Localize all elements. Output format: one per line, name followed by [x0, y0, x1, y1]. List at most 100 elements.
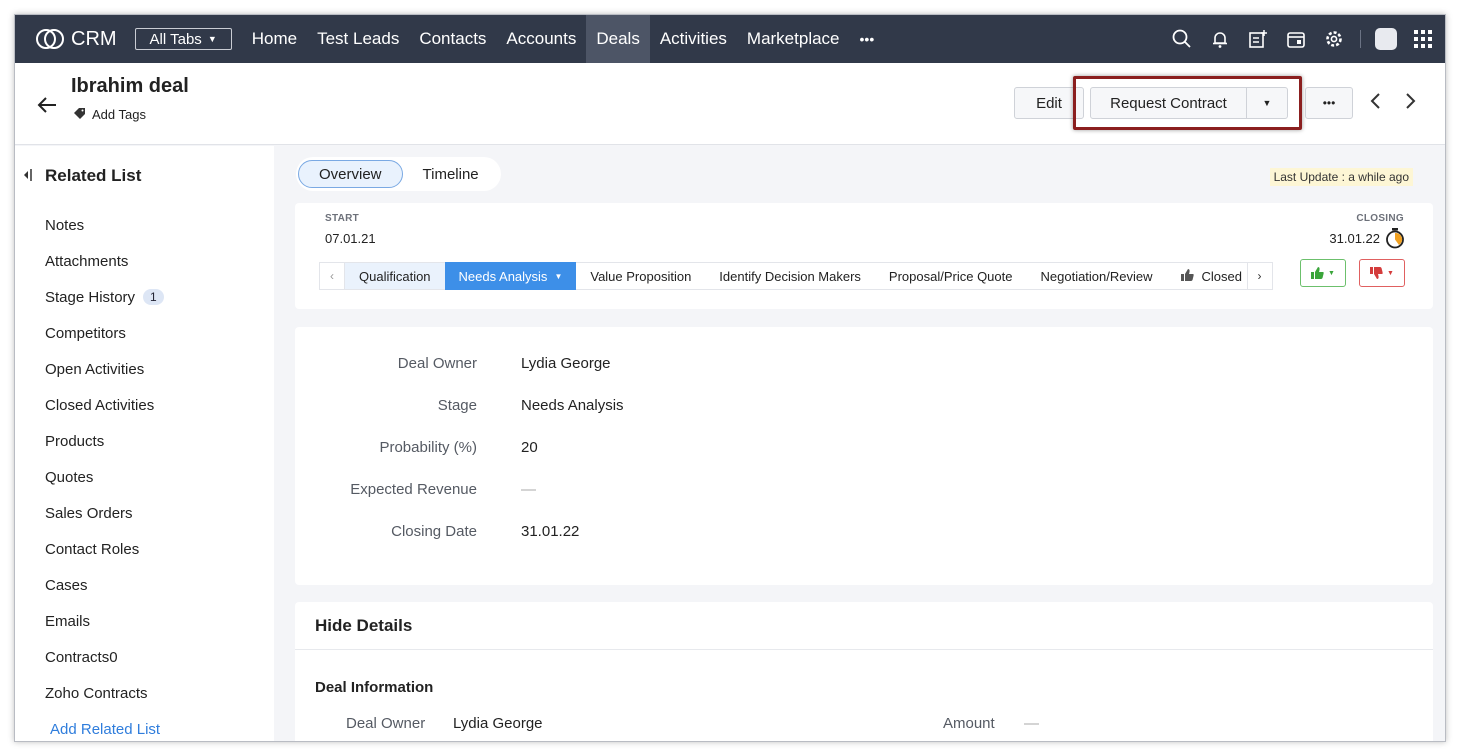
stage-scroll-right-icon[interactable]: ›: [1246, 262, 1273, 290]
stage-negotiation-review[interactable]: Negotiation/Review: [1026, 262, 1167, 290]
last-update-label: Last Update : a while ago: [1269, 168, 1413, 186]
divider: [295, 649, 1433, 650]
related-item-label: Products: [45, 432, 105, 450]
related-item-cases[interactable]: Cases: [45, 567, 164, 603]
tab-overview[interactable]: Overview: [298, 160, 403, 188]
overview-card: Deal Owner Lydia George Stage Needs Anal…: [295, 327, 1433, 585]
related-item-label: Emails: [45, 612, 91, 630]
related-list-sidebar: Related List Notes Attachments Stage His…: [15, 146, 274, 741]
stage-progress-bar: ‹ Qualification Needs Analysis ▼ Value P…: [319, 261, 1273, 291]
all-tabs-label: All Tabs: [149, 30, 202, 48]
stage-needs-analysis[interactable]: Needs Analysis ▼: [444, 262, 577, 290]
nav-tab-test-leads[interactable]: Test Leads: [307, 15, 409, 63]
field-row-closing-date: Closing Date 31.01.22: [295, 523, 895, 547]
related-item-competitors[interactable]: Competitors: [45, 315, 164, 351]
field-row-expected-revenue: Expected Revenue —: [295, 481, 895, 505]
count-badge: 1: [143, 289, 164, 305]
next-record-icon[interactable]: [1405, 93, 1417, 114]
field-value[interactable]: —: [521, 481, 536, 498]
field-label: Probability (%): [379, 439, 477, 456]
field-row-deal-owner: Deal Owner Lydia George: [295, 355, 895, 379]
stage-closed[interactable]: Closed: [1166, 262, 1247, 290]
nav-more-button[interactable]: •••: [850, 15, 885, 63]
related-item-label: Closed Activities: [45, 396, 155, 414]
nav-tab-contacts[interactable]: Contacts: [409, 15, 496, 63]
add-entry-icon[interactable]: [1246, 27, 1270, 51]
section-heading: Deal Information: [315, 679, 434, 696]
avatar[interactable]: [1375, 28, 1397, 50]
stage-value-proposition[interactable]: Value Proposition: [576, 262, 706, 290]
record-title: Ibrahim deal: [71, 75, 189, 97]
more-actions-button[interactable]: •••: [1305, 87, 1353, 119]
nav-tab-accounts[interactable]: Accounts: [496, 15, 586, 63]
crm-logo-icon: [36, 29, 64, 49]
stopwatch-icon: [1385, 227, 1405, 254]
field-label: Deal Owner: [397, 355, 477, 372]
related-item-label: Notes: [45, 216, 85, 234]
nav-tab-deals[interactable]: Deals: [586, 15, 650, 63]
related-item-emails[interactable]: Emails: [45, 603, 164, 639]
related-item-label: Open Activities: [45, 360, 145, 378]
field-value[interactable]: 31.01.22: [521, 523, 579, 540]
closing-label: CLOSING: [1356, 213, 1404, 224]
related-item-closed-activities[interactable]: Closed Activities: [45, 387, 164, 423]
related-item-label: Attachments: [45, 252, 129, 270]
caret-down-icon: ▼: [1387, 269, 1394, 277]
field-value[interactable]: 20: [521, 439, 538, 456]
nav-tab-home[interactable]: Home: [242, 15, 307, 63]
deal-owner-label: Deal Owner: [346, 715, 426, 732]
deal-owner-value[interactable]: Lydia George: [453, 715, 543, 732]
amount-value[interactable]: —: [1024, 715, 1039, 732]
bell-icon[interactable]: [1208, 27, 1232, 51]
related-item-products[interactable]: Products: [45, 423, 164, 459]
tag-icon: [73, 107, 86, 122]
field-row-probability: Probability (%) 20: [295, 439, 895, 463]
field-row-stage: Stage Needs Analysis: [295, 397, 895, 421]
field-value[interactable]: Lydia George: [521, 355, 611, 372]
mark-won-button[interactable]: ▼: [1300, 259, 1346, 287]
related-item-sales-orders[interactable]: Sales Orders: [45, 495, 164, 531]
add-related-list-link[interactable]: Add Related List: [50, 711, 164, 741]
nav-tabs: Home Test Leads Contacts Accounts Deals …: [242, 15, 885, 63]
collapse-sidebar-icon[interactable]: [23, 168, 33, 185]
add-tags-link[interactable]: Add Tags: [73, 107, 146, 122]
nav-tab-activities[interactable]: Activities: [650, 15, 737, 63]
gear-icon[interactable]: [1322, 27, 1346, 51]
related-item-quotes[interactable]: Quotes: [45, 459, 164, 495]
related-item-label: Contracts0: [45, 648, 118, 666]
related-item-open-activities[interactable]: Open Activities: [45, 351, 164, 387]
field-value[interactable]: Needs Analysis: [521, 397, 624, 414]
stage-card: START 07.01.21 CLOSING 31.01.22 ‹ Qualif…: [295, 203, 1433, 309]
hide-details-toggle[interactable]: Hide Details: [315, 616, 412, 636]
related-item-stage-history[interactable]: Stage History 1: [45, 279, 164, 315]
add-tags-label: Add Tags: [92, 107, 146, 122]
stage-closed-label: Closed: [1201, 268, 1242, 284]
related-item-zoho-contracts[interactable]: Zoho Contracts: [45, 675, 164, 711]
caret-down-icon: ▼: [207, 34, 217, 44]
back-arrow-icon[interactable]: [37, 93, 57, 119]
field-label: Stage: [437, 397, 477, 414]
related-item-contracts[interactable]: Contracts0: [45, 639, 164, 675]
amount-label: Amount: [943, 715, 995, 732]
stage-proposal-price-quote[interactable]: Proposal/Price Quote: [874, 262, 1027, 290]
stage-identify-decision-makers[interactable]: Identify Decision Makers: [705, 262, 875, 290]
calendar-icon[interactable]: [1284, 27, 1308, 51]
related-item-attachments[interactable]: Attachments: [45, 243, 164, 279]
related-item-notes[interactable]: Notes: [45, 207, 164, 243]
mark-lost-button[interactable]: ▼: [1359, 259, 1405, 287]
related-item-label: Contact Roles: [45, 540, 140, 558]
apps-grid-icon[interactable]: [1411, 27, 1435, 51]
stage-scroll-left-icon[interactable]: ‹: [319, 262, 345, 290]
all-tabs-dropdown[interactable]: All Tabs ▼: [134, 28, 232, 50]
closing-date: 31.01.22: [1329, 231, 1380, 246]
previous-record-icon[interactable]: [1369, 93, 1381, 114]
stage-qualification[interactable]: Qualification: [345, 262, 445, 290]
search-icon[interactable]: [1170, 27, 1194, 51]
nav-icons: [1170, 15, 1435, 63]
tab-timeline[interactable]: Timeline: [403, 160, 499, 188]
caret-down-icon: ▼: [554, 271, 563, 281]
crm-logo[interactable]: CRM: [35, 28, 117, 51]
app-window: CRM All Tabs ▼ Home Test Leads Contacts …: [14, 14, 1446, 742]
nav-tab-marketplace[interactable]: Marketplace: [737, 15, 850, 63]
related-item-contact-roles[interactable]: Contact Roles: [45, 531, 164, 567]
